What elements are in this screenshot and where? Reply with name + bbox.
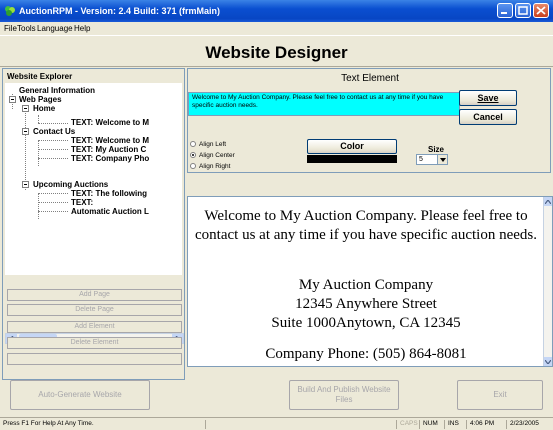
website-tree[interactable]: General Information Web Pages Home TEXT:… [5, 83, 182, 275]
status-bar: Press F1 For Help At Any Time. CAPS NUM … [0, 417, 553, 430]
add-page-button[interactable]: Add Page [7, 289, 182, 301]
tree-item-contact-us[interactable]: Contact Us [33, 127, 75, 136]
collapse-icon[interactable] [22, 105, 29, 112]
website-explorer-panel: Website Explorer General Information Web… [2, 68, 185, 380]
preview-phone: Company Phone: (505) 864-8081 [265, 346, 467, 362]
element-text-field[interactable]: Welcome to My Auction Company. Please fe… [188, 92, 460, 116]
scroll-down-button[interactable] [544, 357, 552, 366]
menu-tools[interactable]: Tools [17, 24, 36, 33]
window-title: AuctionRPM - Version: 2.4 Build: 371 (fr… [19, 6, 221, 16]
auto-generate-website-button[interactable]: Auto-Generate Website [10, 380, 150, 410]
build-publish-button[interactable]: Build And Publish Website Files [289, 380, 399, 410]
status-date: 2/23/2005 [506, 420, 539, 429]
menu-help[interactable]: Help [74, 24, 90, 33]
preview-address-line-3: Suite 1000Anytown, CA 12345 [271, 315, 461, 331]
tree-line [38, 140, 39, 166]
maximize-icon [518, 6, 528, 15]
scroll-up-button[interactable] [544, 197, 552, 206]
chevron-down-icon [440, 158, 446, 162]
tree-item-home-text[interactable]: TEXT: Welcome to M [71, 118, 149, 127]
align-center-option[interactable]: Align Center [190, 152, 235, 159]
tree-item-upcoming-text-2[interactable]: TEXT: [71, 198, 93, 207]
status-divider [205, 420, 209, 429]
radio-button-selected[interactable] [190, 152, 196, 159]
status-ins: INS [444, 420, 459, 429]
tree-line [25, 108, 26, 190]
align-left-option[interactable]: Align Left [190, 141, 226, 148]
tree-item-upcoming-auctions[interactable]: Upcoming Auctions [33, 180, 108, 189]
explorer-title: Website Explorer [7, 72, 73, 81]
page-preview: Welcome to My Auction Company. Please fe… [187, 196, 553, 367]
tree-item-auto-auction-list[interactable]: Automatic Auction L [71, 207, 149, 216]
chevron-up-icon [545, 200, 551, 204]
align-right-option[interactable]: Align Right [190, 163, 230, 170]
preview-vertical-scrollbar[interactable] [543, 197, 552, 366]
color-button[interactable]: Color [307, 139, 397, 154]
tree-line [38, 211, 68, 212]
status-caps: CAPS [396, 420, 418, 429]
menu-file[interactable]: File [4, 24, 17, 33]
delete-page-button[interactable]: Delete Page [7, 304, 182, 316]
blank-button[interactable] [7, 353, 182, 365]
close-button[interactable] [533, 3, 549, 18]
tree-item-contact-text-2[interactable]: TEXT: My Auction C [71, 145, 146, 154]
cancel-button[interactable]: Cancel [459, 109, 517, 125]
preview-paragraph: Welcome to My Auction Company. Please fe… [195, 208, 537, 243]
text-element-panel: Text Element Welcome to My Auction Compa… [187, 68, 551, 173]
collapse-icon[interactable] [22, 181, 29, 188]
tree-line [38, 202, 68, 203]
tree-item-contact-text-3[interactable]: TEXT: Company Pho [71, 154, 149, 163]
minimize-icon [501, 12, 507, 14]
minimize-button[interactable] [497, 3, 513, 18]
tree-line [38, 115, 39, 123]
tree-item-web-pages[interactable]: Web Pages [19, 95, 62, 104]
dropdown-button[interactable] [437, 155, 447, 164]
element-title: Text Element [341, 73, 399, 84]
chevron-down-icon [545, 360, 551, 364]
collapse-icon[interactable] [9, 96, 16, 103]
align-left-label: Align Left [199, 141, 227, 148]
tree-line [38, 123, 68, 124]
radio-button[interactable] [190, 163, 196, 170]
tree-line [38, 149, 68, 150]
tree-item-general-information[interactable]: General Information [19, 86, 95, 95]
page-title: Website Designer [205, 43, 348, 62]
preview-address-line-2: 12345 Anywhere Street [295, 296, 437, 312]
radio-button[interactable] [190, 141, 196, 148]
align-center-label: Align Center [199, 152, 235, 159]
add-element-button[interactable]: Add Element [7, 321, 182, 333]
delete-element-button[interactable]: Delete Element [7, 337, 182, 349]
preview-address-line-1: My Auction Company [298, 277, 434, 293]
status-num: NUM [419, 420, 438, 429]
status-time: 4:06 PM [466, 420, 494, 429]
status-help-text: Press F1 For Help At Any Time. [3, 420, 94, 427]
menu-bar: File Tools Language Help [0, 22, 553, 35]
maximize-button[interactable] [515, 3, 531, 18]
tree-line [38, 140, 68, 141]
menu-language[interactable]: Language [37, 24, 73, 33]
tree-line [38, 158, 68, 159]
tree-line [38, 193, 68, 194]
align-right-label: Align Right [199, 163, 231, 170]
size-select[interactable]: 5 [416, 154, 448, 165]
app-icon [5, 6, 15, 16]
exit-button[interactable]: Exit [457, 380, 543, 410]
size-label: Size [428, 145, 445, 154]
size-value: 5 [419, 156, 423, 163]
title-bar: AuctionRPM - Version: 2.4 Build: 371 (fr… [0, 0, 553, 22]
tree-line [38, 193, 39, 219]
color-swatch [307, 155, 397, 163]
close-icon [536, 6, 546, 15]
header: Website Designer [0, 35, 553, 67]
tree-item-upcoming-text-1[interactable]: TEXT: The following [71, 189, 147, 198]
collapse-icon[interactable] [22, 128, 29, 135]
tree-item-home[interactable]: Home [33, 104, 55, 113]
save-button[interactable]: Save [459, 90, 517, 106]
tree-item-contact-text-1[interactable]: TEXT: Welcome to M [71, 136, 149, 145]
